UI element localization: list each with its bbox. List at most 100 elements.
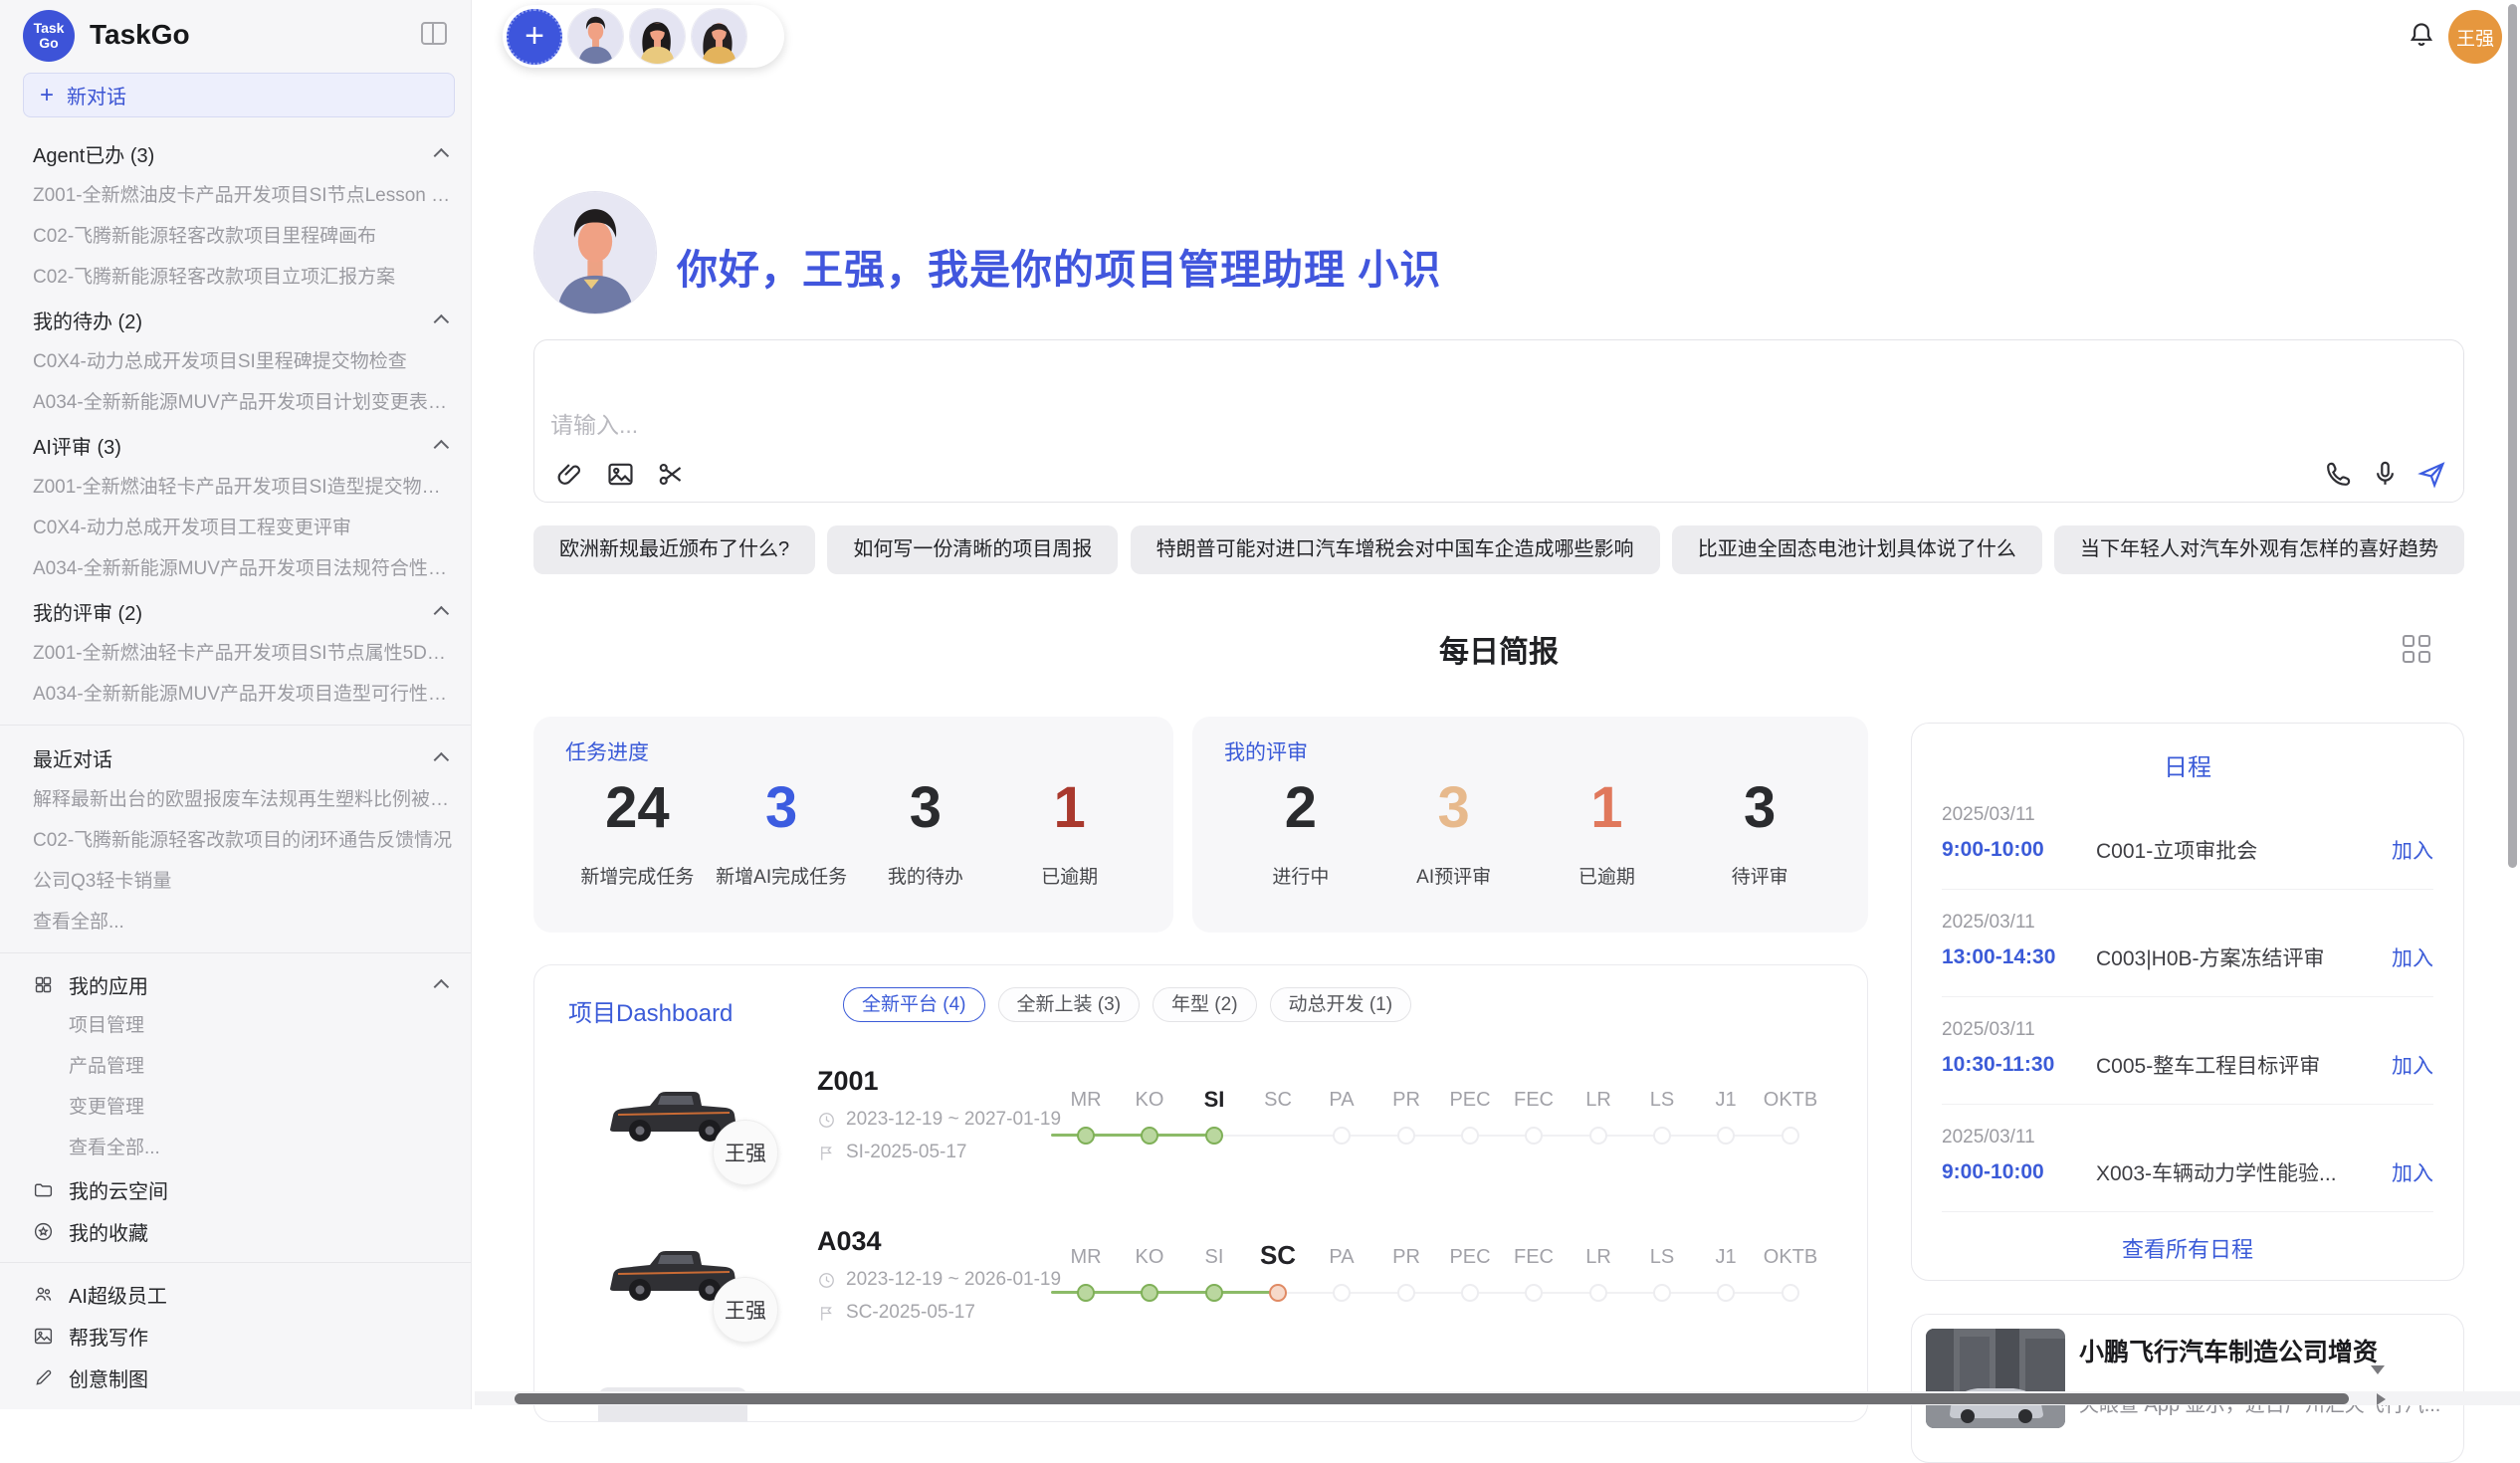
microphone-icon[interactable]	[2370, 459, 2401, 490]
user-avatar[interactable]: 王强	[2448, 10, 2502, 64]
task-item[interactable]: A034-全新新能源MUV产品开发项目造型可行性评审	[33, 674, 455, 715]
scroll-down-arrow-icon[interactable]	[2371, 1365, 2385, 1374]
divider	[0, 952, 471, 953]
milestone-dot[interactable]	[1782, 1284, 1799, 1302]
milestone-line-done	[1051, 1134, 1214, 1137]
milestone-dot[interactable]	[1653, 1127, 1671, 1145]
suggestion-chip[interactable]: 如何写一份清晰的项目周报	[827, 525, 1118, 574]
milestone-dot[interactable]	[1397, 1127, 1415, 1145]
milestone-dot-done[interactable]	[1077, 1284, 1095, 1302]
horizontal-scrollbar-thumb[interactable]	[515, 1393, 2349, 1404]
task-item[interactable]: Z001-全新燃油轻卡产品开发项目SI节点属性5D文件评审	[33, 633, 455, 674]
milestone-dot-done[interactable]	[1077, 1127, 1095, 1145]
paperclip-icon[interactable]	[554, 459, 585, 490]
milestone-dot[interactable]	[1782, 1127, 1799, 1145]
section-label: 我的评审 (2)	[33, 597, 142, 626]
tab-model-year[interactable]: 年型 (2)	[1153, 987, 1257, 1022]
sidebar-item-help-write[interactable]: 帮我写作	[33, 1315, 455, 1357]
recent-chat-item[interactable]: 公司Q3轻卡销量	[33, 861, 455, 902]
milestone-dot-done[interactable]	[1141, 1284, 1158, 1302]
task-item[interactable]: C0X4-动力总成开发项目SI里程碑提交物检查	[33, 341, 455, 382]
task-item[interactable]: C02-飞腾新能源轻客改款项目立项汇报方案	[33, 257, 455, 298]
milestone-dot[interactable]	[1589, 1127, 1607, 1145]
sidebar-item-my-apps[interactable]: 我的应用	[33, 963, 455, 1005]
phone-icon[interactable]	[2323, 459, 2354, 490]
task-item[interactable]: Z001-全新燃油皮卡产品开发项目SI节点Lesson Learn报告	[33, 175, 455, 216]
chevron-up-icon[interactable]	[434, 751, 450, 767]
milestone-dot[interactable]	[1717, 1284, 1735, 1302]
layout-grid-icon[interactable]	[2403, 635, 2430, 663]
task-item[interactable]: C0X4-动力总成开发项目工程变更评审	[33, 508, 455, 548]
section-my-todo[interactable]: 我的待办 (2)	[33, 298, 455, 341]
tab-new-body[interactable]: 全新上装 (3)	[998, 987, 1141, 1022]
add-assistant-button[interactable]: +	[507, 9, 562, 65]
chat-input[interactable]	[550, 354, 2447, 454]
recent-chat-item[interactable]: 解释最新出台的欧盟报废车法规再生塑料比例被调至15%...	[33, 779, 455, 820]
scissors-icon[interactable]	[656, 459, 687, 490]
task-item[interactable]: Z001-全新燃油轻卡产品开发项目SI造型提交物评审	[33, 467, 455, 508]
tab-new-platform[interactable]: 全新平台 (4)	[843, 987, 985, 1022]
scroll-right-arrow-icon[interactable]	[2377, 1393, 2386, 1405]
task-item[interactable]: C02-飞腾新能源轻客改款项目里程碑画布	[33, 216, 455, 257]
image-upload-icon[interactable]	[605, 459, 636, 490]
milestone-dot[interactable]	[1653, 1284, 1671, 1302]
recent-chat-view-all[interactable]: 查看全部...	[33, 902, 455, 942]
section-ai-review[interactable]: AI评审 (3)	[33, 423, 455, 467]
notification-bell-icon[interactable]	[2407, 20, 2436, 50]
news-card[interactable]: 小鹏飞行汽车制造公司增资 天眼查 App 显示，近日广州汇天飞行汽...	[1911, 1314, 2464, 1463]
new-chat-button[interactable]: + 新对话	[23, 73, 455, 117]
project-code[interactable]: A034	[817, 1226, 882, 1257]
assistant-avatar-1[interactable]	[567, 8, 624, 65]
assistant-avatar-2[interactable]	[629, 8, 686, 65]
chevron-up-icon[interactable]	[434, 605, 450, 621]
assistant-avatar-3[interactable]	[691, 8, 747, 65]
milestone-dot-done[interactable]	[1205, 1127, 1223, 1145]
view-all-schedule-link[interactable]: 查看所有日程	[1942, 1232, 2433, 1264]
join-button[interactable]: 加入	[2392, 1157, 2433, 1187]
milestone-dot[interactable]	[1525, 1127, 1543, 1145]
milestone-dot[interactable]	[1589, 1284, 1607, 1302]
tab-powertrain[interactable]: 动总开发 (1)	[1270, 987, 1412, 1022]
milestone-dot[interactable]	[1717, 1127, 1735, 1145]
join-button[interactable]: 加入	[2392, 942, 2433, 972]
suggestion-chip[interactable]: 欧洲新规最近颁布了什么?	[533, 525, 815, 574]
milestone-dot[interactable]	[1397, 1284, 1415, 1302]
chevron-up-icon[interactable]	[434, 978, 450, 994]
milestone-dot-done[interactable]	[1205, 1284, 1223, 1302]
recent-chat-item[interactable]: C02-飞腾新能源轻客改款项目的闭环通告反馈情况	[33, 820, 455, 861]
chevron-up-icon[interactable]	[434, 147, 450, 163]
milestone-dot[interactable]	[1461, 1127, 1479, 1145]
milestone-dot[interactable]	[1525, 1284, 1543, 1302]
app-item[interactable]: 产品管理	[33, 1046, 455, 1087]
milestone-dot-done[interactable]	[1141, 1127, 1158, 1145]
milestone-dot-overdue[interactable]	[1269, 1284, 1287, 1302]
section-my-review[interactable]: 我的评审 (2)	[33, 589, 455, 633]
assistant-greeting-avatar	[533, 191, 657, 314]
milestone-dot[interactable]	[1461, 1284, 1479, 1302]
task-item[interactable]: A034-全新新能源MUV产品开发项目计划变更表编写	[33, 382, 455, 423]
app-item[interactable]: 项目管理	[33, 1005, 455, 1046]
app-view-all[interactable]: 查看全部...	[33, 1128, 455, 1168]
sidebar-item-creative-draw[interactable]: 创意制图	[33, 1357, 455, 1398]
join-button[interactable]: 加入	[2392, 1050, 2433, 1080]
project-code[interactable]: Z001	[817, 1066, 879, 1097]
chevron-up-icon[interactable]	[434, 314, 450, 329]
milestone-dot[interactable]	[1333, 1284, 1351, 1302]
app-item[interactable]: 变更管理	[33, 1087, 455, 1128]
join-button[interactable]: 加入	[2392, 835, 2433, 865]
suggestion-chip[interactable]: 特朗普可能对进口汽车增税会对中国车企造成哪些影响	[1131, 525, 1660, 574]
collapse-sidebar-icon[interactable]	[421, 22, 447, 45]
sidebar-item-favorites[interactable]: 我的收藏	[33, 1210, 455, 1252]
app-title: TaskGo	[90, 19, 190, 51]
sidebar-item-cloud-space[interactable]: 我的云空间	[33, 1168, 455, 1210]
send-icon[interactable]	[2416, 459, 2447, 490]
milestone-dot[interactable]	[1333, 1127, 1351, 1145]
suggestion-chip[interactable]: 比亚迪全固态电池计划具体说了什么	[1672, 525, 2042, 574]
chevron-up-icon[interactable]	[434, 439, 450, 455]
sidebar-item-ai-employee[interactable]: AI超级员工	[33, 1273, 455, 1315]
task-item[interactable]: A034-全新新能源MUV产品开发项目法规符合性评审	[33, 548, 455, 589]
suggestion-chip[interactable]: 当下年轻人对汽车外观有怎样的喜好趋势	[2054, 525, 2464, 574]
vertical-scrollbar-thumb[interactable]	[2508, 4, 2517, 868]
section-recent-chats[interactable]: 最近对话	[33, 735, 455, 779]
section-agent-done[interactable]: Agent已办 (3)	[33, 131, 455, 175]
